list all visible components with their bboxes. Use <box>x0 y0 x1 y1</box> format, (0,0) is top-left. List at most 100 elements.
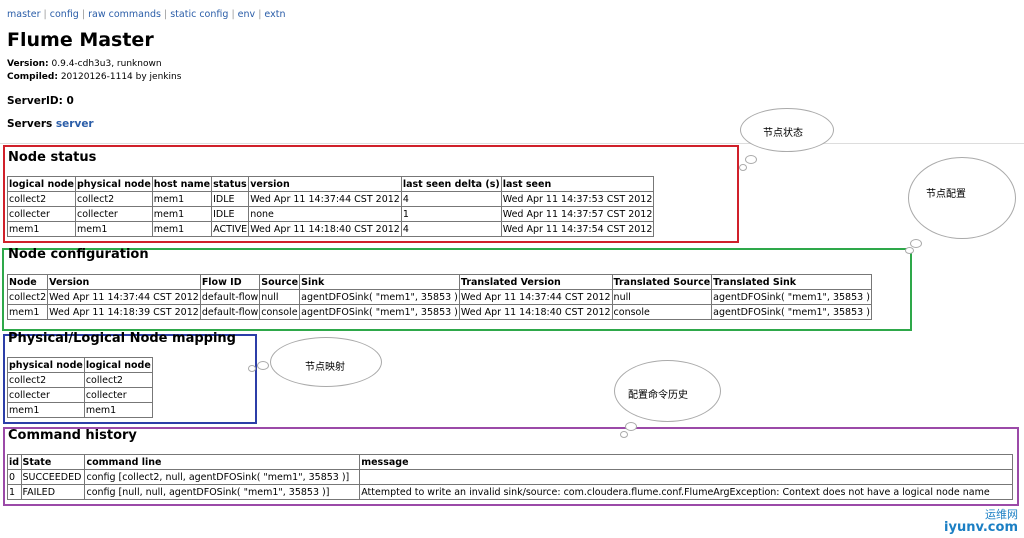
column-header: last seen <box>500 176 655 192</box>
compiled-label: Compiled: <box>7 72 58 82</box>
header-row: id State command line message <box>7 454 1013 470</box>
page-title: Flume Master <box>7 29 154 51</box>
table-cell: mem1 <box>151 191 213 207</box>
compiled-line: Compiled: 20120126-1114 by jenkins <box>7 72 181 82</box>
header-row: Node Version Flow ID Source Sink Translated V… <box>6 274 872 290</box>
servers-label: Servers <box>7 118 53 130</box>
table-row: 1 FAILED config [null, null, agentDFOSink(… <box>7 484 1013 500</box>
table-cell: agentDFOSink( "mem1", 35853 ) <box>299 304 460 320</box>
table-cell: collect2 <box>7 191 76 207</box>
table-row: collect2 collect2 mem1 IDLE Wed Apr 11 14:37… <box>7 191 655 207</box>
nav-static-config[interactable]: static config <box>170 9 228 20</box>
table-row: collect2 collect2 <box>7 372 153 388</box>
callout-node-config: 节点配置 <box>900 155 1018 255</box>
table-cell: collect2 <box>6 289 49 305</box>
table-cell: agentDFOSink( "mem1", 35853 ) <box>711 289 872 305</box>
table-cell: Attempted to write an invalid sink/sourc… <box>359 484 1013 500</box>
table-cell: Wed Apr 11 14:18:40 CST 2012 <box>248 221 402 237</box>
table-cell: Wed Apr 11 14:37:54 CST 2012 <box>500 221 655 237</box>
column-header: Version <box>47 274 201 290</box>
nav-env[interactable]: env <box>238 9 256 20</box>
table-row: mem1 mem1 <box>7 402 153 418</box>
column-header: Flow ID <box>199 274 261 290</box>
table-cell: mem1 <box>151 221 213 237</box>
table-cell: Wed Apr 11 14:37:53 CST 2012 <box>500 191 655 207</box>
node-status-table: logical node physical node host name status… <box>7 176 655 237</box>
nav-extn[interactable]: extn <box>264 9 285 20</box>
callout-mapping-text: 节点映射 <box>305 362 345 373</box>
nav-raw-commands[interactable]: raw commands <box>88 9 161 20</box>
table-cell: IDLE <box>211 191 250 207</box>
version-line: Version: 0.9.4-cdh3u3, runknown <box>7 59 162 69</box>
top-nav: master | config | raw commands | static … <box>7 9 286 20</box>
column-header: Translated Version <box>458 274 613 290</box>
nav-config[interactable]: config <box>50 9 79 20</box>
server-link[interactable]: server <box>56 118 94 130</box>
column-header: version <box>248 176 402 192</box>
table-cell: config [collect2, null, agentDFOSink( "m… <box>84 469 361 485</box>
callout-config-text: 节点配置 <box>926 189 966 200</box>
column-header: message <box>359 454 1013 470</box>
column-header: logical node <box>83 357 153 373</box>
node-status-title: Node status <box>8 150 97 165</box>
mapping-title: Physical/Logical Node mapping <box>8 331 236 346</box>
table-row: collecter collecter <box>7 387 153 403</box>
table-row: mem1 mem1 mem1 ACTIVE Wed Apr 11 14:18:40 CS… <box>7 221 655 237</box>
header-row: logical node physical node host name status… <box>7 176 655 192</box>
callout-mapping: 节点映射 <box>245 335 385 390</box>
table-cell: null <box>259 289 301 305</box>
table-cell: IDLE <box>211 206 250 222</box>
column-header: id <box>7 454 22 470</box>
column-header: Sink <box>299 274 460 290</box>
history-title: Command history <box>8 428 137 443</box>
table-cell: mem1 <box>151 206 213 222</box>
column-header: Node <box>6 274 49 290</box>
table-row: 0 SUCCEEDED config [collect2, null, agentD… <box>7 469 1013 485</box>
table-row: collect2 Wed Apr 11 14:37:44 CST 2012 defa… <box>6 289 872 305</box>
table-cell: mem1 <box>6 304 49 320</box>
table-cell: agentDFOSink( "mem1", 35853 ) <box>299 289 460 305</box>
callout-node-status: 节点状态 <box>735 100 835 171</box>
servers-line: Servers server <box>7 118 94 130</box>
watermark-url: iyunv.com <box>944 520 1018 535</box>
table-cell: Wed Apr 11 14:37:44 CST 2012 <box>47 289 201 305</box>
table-cell <box>359 469 1013 485</box>
column-header: last seen delta (s) <box>400 176 502 192</box>
column-header: status <box>211 176 250 192</box>
table-cell: console <box>611 304 713 320</box>
table-cell: none <box>248 206 402 222</box>
table-cell: Wed Apr 11 14:37:57 CST 2012 <box>500 206 655 222</box>
version-value: 0.9.4-cdh3u3, runknown <box>51 59 162 69</box>
table-cell: Wed Apr 11 14:18:40 CST 2012 <box>458 304 613 320</box>
table-cell: 4 <box>400 221 502 237</box>
serverid-label: ServerID: <box>7 95 63 107</box>
table-cell: console <box>259 304 301 320</box>
table-cell: default-flow <box>199 289 261 305</box>
table-row: mem1 Wed Apr 11 14:18:39 CST 2012 default-… <box>6 304 872 320</box>
table-cell: Wed Apr 11 14:18:39 CST 2012 <box>47 304 201 320</box>
table-cell: mem1 <box>83 402 153 418</box>
table-cell: 0 <box>7 469 22 485</box>
table-cell: collecter <box>7 206 76 222</box>
header-row: physical node logical node <box>7 357 153 373</box>
compiled-value: 20120126-1114 by jenkins <box>60 72 182 82</box>
nav-master[interactable]: master <box>7 9 41 20</box>
table-cell: collect2 <box>7 372 85 388</box>
table-cell: SUCCEEDED <box>20 469 86 485</box>
watermark: 运维网 iyunv.com <box>944 508 1018 534</box>
table-cell: ACTIVE <box>211 221 250 237</box>
history-table: id State command line message 0 SUCCEEDED conf… <box>7 454 1013 500</box>
table-cell: mem1 <box>7 221 76 237</box>
version-label: Version: <box>7 59 49 69</box>
divider <box>0 143 1024 144</box>
table-cell: collect2 <box>83 372 153 388</box>
node-config-title: Node configuration <box>8 247 149 262</box>
table-cell: default-flow <box>199 304 261 320</box>
column-header: host name <box>151 176 213 192</box>
node-config-table: Node Version Flow ID Source Sink Translated V… <box>6 274 872 320</box>
column-header: State <box>20 454 86 470</box>
callout-status-text: 节点状态 <box>763 128 803 139</box>
table-cell: null <box>611 289 713 305</box>
column-header: physical node <box>7 357 85 373</box>
column-header: physical node <box>74 176 153 192</box>
